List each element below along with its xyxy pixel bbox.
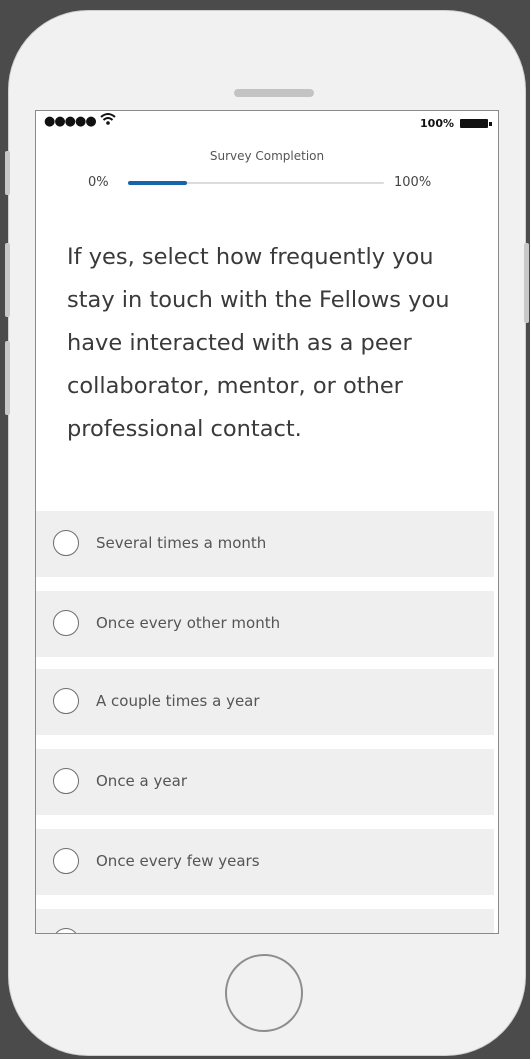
option-label: Once every other month xyxy=(96,614,281,632)
mute-switch xyxy=(5,151,10,195)
option-once-a-year[interactable]: Once a year xyxy=(36,749,494,815)
battery-icon xyxy=(460,119,492,128)
radio-button[interactable] xyxy=(53,688,79,714)
option-label: A couple times a year xyxy=(96,692,260,710)
option-partially-visible[interactable] xyxy=(36,909,494,933)
progress-track xyxy=(128,181,384,185)
radio-button[interactable] xyxy=(53,610,79,636)
power-button xyxy=(524,243,529,323)
progress-bar-row: 0% 100% xyxy=(36,173,498,193)
radio-button[interactable] xyxy=(53,530,79,556)
progress-title: Survey Completion xyxy=(209,149,325,163)
option-once-every-few-years[interactable]: Once every few years xyxy=(36,829,494,895)
radio-button[interactable] xyxy=(53,928,79,933)
option-label: Once a year xyxy=(96,772,187,790)
wifi-icon xyxy=(100,112,116,130)
progress-end-label: 100% xyxy=(394,175,432,190)
progress-start-label: 0% xyxy=(88,175,109,190)
radio-button[interactable] xyxy=(53,848,79,874)
volume-down-button xyxy=(5,341,10,415)
signal-strength-icon: ●●●●● xyxy=(44,114,97,129)
battery-percentage: 100% xyxy=(420,117,454,130)
option-once-every-other-month[interactable]: Once every other month xyxy=(36,591,494,657)
option-label: Several times a month xyxy=(96,534,267,552)
option-several-times-a-month[interactable]: Several times a month xyxy=(36,511,494,577)
radio-button[interactable] xyxy=(53,768,79,794)
phone-screen: ●●●●● 100% Survey Completion 0% 100% If … xyxy=(35,110,499,934)
status-bar: ●●●●● 100% xyxy=(36,111,498,137)
question-text: If yes, select how frequently you stay i… xyxy=(67,244,450,442)
progress-fill xyxy=(128,181,187,185)
option-a-couple-times-a-year[interactable]: A couple times a year xyxy=(36,669,494,735)
volume-up-button xyxy=(5,243,10,317)
home-button[interactable] xyxy=(225,954,303,1032)
speaker-grille xyxy=(234,89,314,97)
option-label: Once every few years xyxy=(96,852,260,870)
